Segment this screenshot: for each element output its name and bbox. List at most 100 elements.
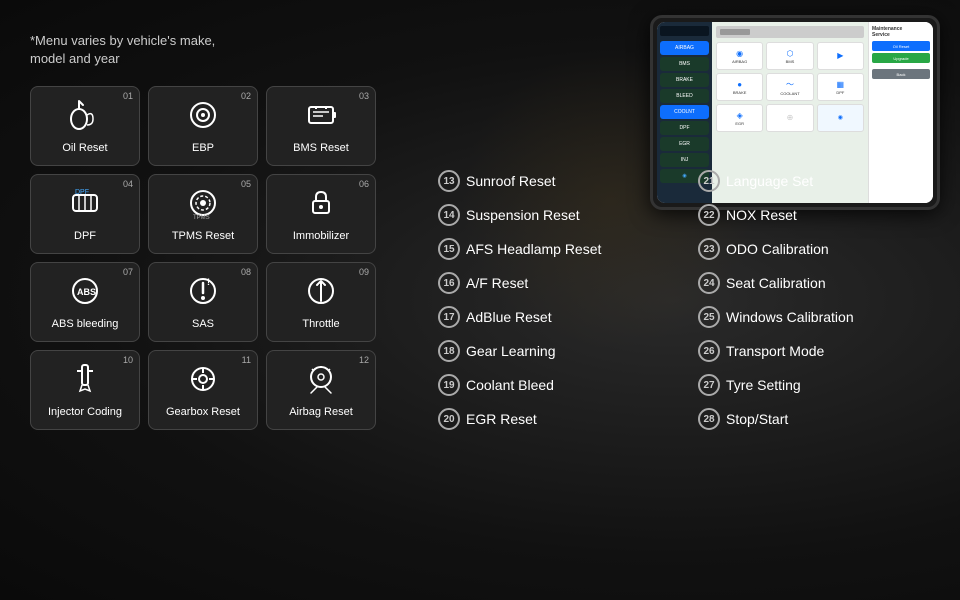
service-number: 19 xyxy=(438,374,460,396)
service-item: 28 Stop/Start xyxy=(690,402,950,436)
icon-number: 10 xyxy=(123,355,133,365)
icon-number: 09 xyxy=(359,267,369,277)
service-name: Windows Calibration xyxy=(726,309,854,325)
service-name: Language Set xyxy=(726,173,813,189)
icon-item-sas: 08! SAS xyxy=(148,262,258,342)
service-number: 22 xyxy=(698,204,720,226)
service-name: EGR Reset xyxy=(466,411,537,427)
service-item: 14 Suspension Reset xyxy=(430,198,690,232)
icon-image xyxy=(303,185,339,226)
services-col-right: 21 Language Set 22 NOX Reset 23 ODO Calibrati… xyxy=(690,164,950,436)
icon-number: 07 xyxy=(123,267,133,277)
icon-number: 11 xyxy=(242,355,251,365)
service-item: 20 EGR Reset xyxy=(430,402,690,436)
svg-text:ABS: ABS xyxy=(77,287,96,297)
icon-image xyxy=(303,97,339,138)
icon-label: DPF xyxy=(74,230,96,243)
service-item: 22 NOX Reset xyxy=(690,198,950,232)
icon-item-injector-coding: 10 Injector Coding xyxy=(30,350,140,430)
icon-item-abs-bleeding: 07 ABS ABS bleeding xyxy=(30,262,140,342)
service-item: 27 Tyre Setting xyxy=(690,368,950,402)
service-number: 14 xyxy=(438,204,460,226)
service-number: 23 xyxy=(698,238,720,260)
service-number: 24 xyxy=(698,272,720,294)
service-name: Seat Calibration xyxy=(726,275,826,291)
service-name: ODO Calibration xyxy=(726,241,829,257)
service-number: 28 xyxy=(698,408,720,430)
icon-item-gearbox-reset: 11 Gearbox Reset xyxy=(148,350,258,430)
service-number: 26 xyxy=(698,340,720,362)
icon-item-immobilizer: 06 Immobilizer xyxy=(266,174,376,254)
icon-label: Throttle xyxy=(302,318,339,331)
icon-image: ! xyxy=(185,273,221,314)
icon-label: Injector Coding xyxy=(48,406,122,419)
svg-text:TPMS: TPMS xyxy=(193,215,210,221)
services-col-left: 13 Sunroof Reset 14 Suspension Reset 15AFS H… xyxy=(430,164,690,436)
right-panel: 13 Sunroof Reset 14 Suspension Reset 15AFS H… xyxy=(420,0,960,600)
service-item: 13 Sunroof Reset xyxy=(430,164,690,198)
services-columns: 13 Sunroof Reset 14 Suspension Reset 15AFS H… xyxy=(430,164,950,436)
service-name: AdBlue Reset xyxy=(466,309,552,325)
icon-image: TPMS xyxy=(185,185,221,226)
icon-item-ebp: 02 EBP xyxy=(148,86,258,166)
icon-item-tpms-reset: 05 TPMS TPMS Reset xyxy=(148,174,258,254)
icon-image xyxy=(67,361,103,402)
service-number: 13 xyxy=(438,170,460,192)
icon-label: EBP xyxy=(192,142,214,155)
service-name: Transport Mode xyxy=(726,343,824,359)
icon-number: 05 xyxy=(241,179,251,189)
icon-label: ABS bleeding xyxy=(52,318,119,331)
icon-image xyxy=(67,97,103,138)
service-item: 23 ODO Calibration xyxy=(690,232,950,266)
icon-item-airbag-reset: 12Airbag Reset xyxy=(266,350,376,430)
service-number: 25 xyxy=(698,306,720,328)
service-name: Gear Learning xyxy=(466,343,556,359)
icon-grid: 01 Oil Reset 02 EBP 03 BMS Reset 04 DPF DPF 05 TPM… xyxy=(30,86,400,430)
service-item: 15AFS Headlamp Reset xyxy=(430,232,690,266)
icon-number: 02 xyxy=(241,91,251,101)
icon-number: 06 xyxy=(359,179,369,189)
service-item: 25 Windows Calibration xyxy=(690,300,950,334)
icon-image: DPF xyxy=(67,185,103,226)
service-name: Tyre Setting xyxy=(726,377,801,393)
service-item: 16 A/F Reset xyxy=(430,266,690,300)
icon-label: TPMS Reset xyxy=(172,230,234,243)
icon-image: ABS xyxy=(67,273,103,314)
icon-number: 01 xyxy=(123,91,133,101)
service-number: 18 xyxy=(438,340,460,362)
service-name: Suspension Reset xyxy=(466,207,580,223)
icon-label: Immobilizer xyxy=(293,230,349,243)
service-item: 26 Transport Mode xyxy=(690,334,950,368)
icon-label: SAS xyxy=(192,318,214,331)
icon-image xyxy=(303,361,339,402)
service-number: 21 xyxy=(698,170,720,192)
service-name: AFS Headlamp Reset xyxy=(466,241,601,257)
icon-number: 04 xyxy=(123,179,133,189)
icon-number: 08 xyxy=(241,267,251,277)
service-name: Coolant Bleed xyxy=(466,377,554,393)
icon-label: Oil Reset xyxy=(62,142,107,155)
service-item: 21 Language Set xyxy=(690,164,950,198)
icon-item-dpf: 04 DPF DPF xyxy=(30,174,140,254)
icon-image xyxy=(185,361,221,402)
service-name: NOX Reset xyxy=(726,207,797,223)
service-name: Stop/Start xyxy=(726,411,788,427)
icon-number: 03 xyxy=(359,91,369,101)
service-name: A/F Reset xyxy=(466,275,528,291)
icon-label: BMS Reset xyxy=(293,142,349,155)
icon-label: Gearbox Reset xyxy=(166,406,240,419)
svg-text:DPF: DPF xyxy=(75,189,89,196)
service-name: Sunroof Reset xyxy=(466,173,556,189)
icon-label: Airbag Reset xyxy=(289,406,353,419)
service-number: 17 xyxy=(438,306,460,328)
service-number: 27 xyxy=(698,374,720,396)
icon-image xyxy=(303,273,339,314)
service-item: 19 Coolant Bleed xyxy=(430,368,690,402)
title-subtitle: *Menu varies by vehicle's make, model an… xyxy=(30,32,400,68)
service-number: 20 xyxy=(438,408,460,430)
icon-item-bms-reset: 03 BMS Reset xyxy=(266,86,376,166)
service-number: 16 xyxy=(438,272,460,294)
service-item: 17 AdBlue Reset xyxy=(430,300,690,334)
service-item: 18 Gear Learning xyxy=(430,334,690,368)
icon-item-oil-reset: 01 Oil Reset xyxy=(30,86,140,166)
